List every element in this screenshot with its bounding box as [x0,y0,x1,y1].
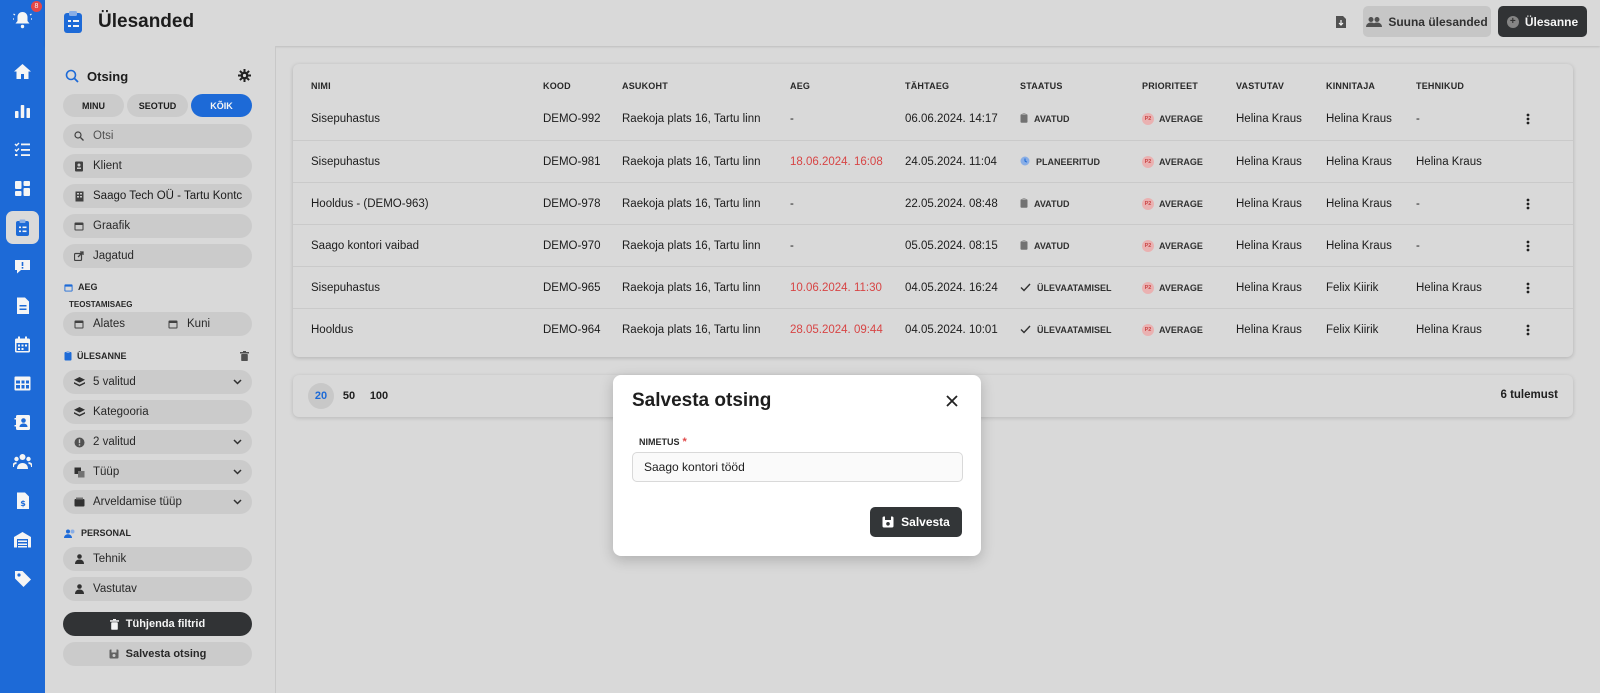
floppy-disk-icon [882,516,894,528]
modal-title: Salvesta otsing [632,390,772,411]
name-field-label: NIMETUS * [639,436,687,448]
close-icon [946,395,958,407]
name-field-label-text: NIMETUS [639,437,680,447]
save-search-modal: Salvesta otsing NIMETUS* Salvesta [613,375,981,556]
modal-backdrop[interactable] [0,0,1600,693]
modal-save-label: Salvesta [901,515,950,529]
close-button[interactable] [943,392,961,410]
required-mark: * [682,436,687,448]
search-name-input[interactable] [632,452,963,482]
modal-save-button[interactable]: Salvesta [870,507,962,537]
